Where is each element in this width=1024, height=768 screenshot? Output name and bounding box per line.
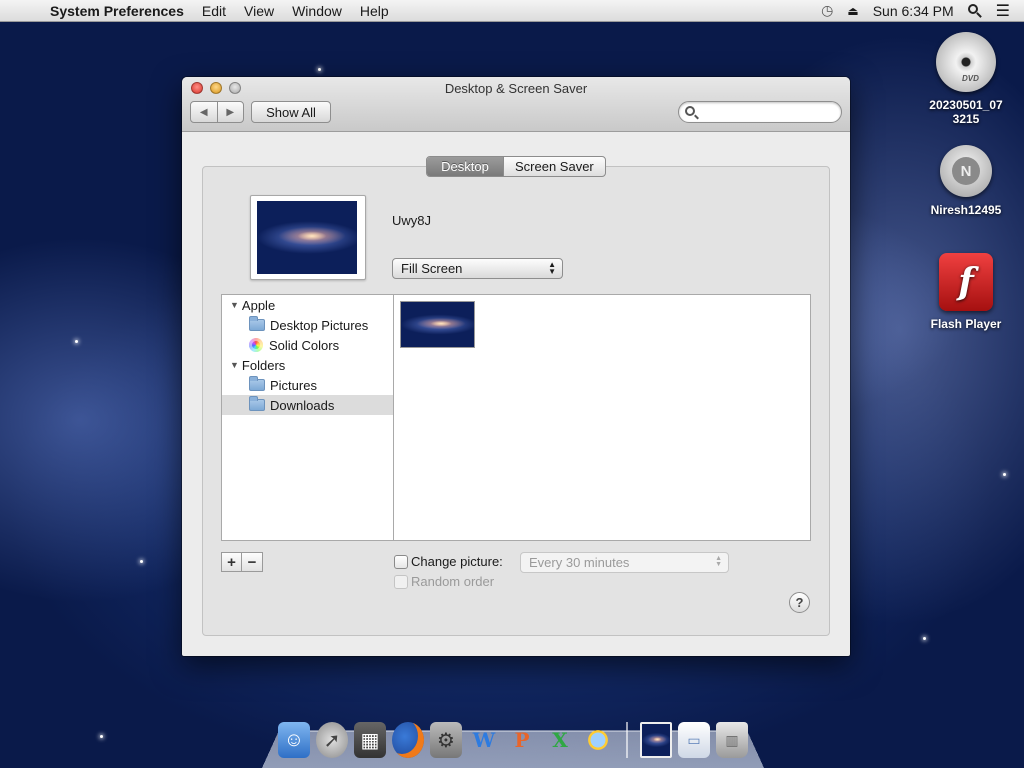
source-item-label: Solid Colors [269, 337, 340, 353]
current-wallpaper-preview [250, 195, 366, 280]
drive-icon: N [940, 145, 992, 197]
menu-view[interactable]: View [235, 3, 283, 19]
star [1003, 473, 1006, 476]
eject-icon[interactable]: ⏏ [847, 4, 858, 18]
fit-mode-value: Fill Screen [401, 261, 463, 276]
search-input[interactable] [699, 104, 835, 120]
source-group-label: Apple [241, 297, 276, 313]
tab-bar: Desktop Screen Saver [426, 156, 606, 177]
search-field[interactable] [678, 101, 842, 123]
dock-separator [626, 722, 628, 758]
menu-help[interactable]: Help [351, 3, 398, 19]
source-item-solid-colors[interactable]: Solid Colors [222, 335, 394, 355]
fit-mode-select[interactable]: Fill Screen ▲ ▼ [392, 258, 563, 279]
color-wheel-icon [249, 338, 263, 352]
launchpad-icon[interactable]: ➚ [316, 722, 348, 758]
menu-edit[interactable]: Edit [193, 3, 235, 19]
powerpoint-icon[interactable]: P [506, 722, 538, 758]
star [100, 735, 103, 738]
search-icon [685, 106, 695, 116]
disclosure-triangle-icon[interactable]: ▼ [230, 300, 239, 310]
desktop-icon-label: Niresh12495 [930, 203, 1002, 217]
show-all-button[interactable]: Show All [251, 101, 331, 123]
trash-icon[interactable]: ▥ [716, 722, 748, 758]
menu-app-name[interactable]: System Preferences [42, 3, 193, 19]
flash-player-icon: f [939, 253, 993, 311]
random-order-checkbox[interactable] [394, 575, 408, 589]
star [140, 560, 143, 563]
firefox-icon[interactable] [392, 722, 424, 758]
tab-screen-saver[interactable]: Screen Saver [503, 157, 605, 176]
wallpaper-name: Uwy8J [392, 213, 432, 228]
galaxy-wallpaper-image [257, 201, 357, 274]
mission-control-icon[interactable]: ▦ [354, 722, 386, 758]
desktop-icon-flash-player[interactable]: f Flash Player [918, 253, 1014, 331]
source-list: ▼ Apple Desktop Pictures Solid Colors ▼ … [221, 294, 394, 541]
source-group-folders[interactable]: ▼ Folders [222, 355, 394, 375]
interval-select[interactable]: Every 30 minutes ▲ ▼ [520, 552, 729, 573]
disclosure-triangle-icon[interactable]: ▼ [230, 360, 239, 370]
star [75, 340, 78, 343]
forward-arrow-icon[interactable]: ▶ [218, 102, 244, 122]
desktop-icon-label: 20230501_07 3215 [929, 98, 1003, 126]
star [318, 68, 321, 71]
window-title: Desktop & Screen Saver [444, 81, 588, 96]
source-item-desktop-pictures[interactable]: Desktop Pictures [222, 315, 394, 335]
preview-window-icon[interactable]: ▭ [678, 722, 710, 758]
folder-icon [249, 396, 265, 411]
source-item-label: Desktop Pictures [270, 317, 369, 333]
change-picture-checkbox[interactable] [394, 555, 408, 569]
wallpaper-stack-icon[interactable] [640, 722, 672, 758]
preferences-window: Desktop & Screen Saver ◀ ▶ Show All Desk… [182, 77, 850, 656]
finder-icon[interactable]: ☺ [278, 722, 310, 758]
menu-window[interactable]: Window [283, 3, 351, 19]
excel-icon[interactable]: X [544, 722, 576, 758]
change-picture-label: Change picture: [411, 554, 503, 569]
menu-clock[interactable]: Sun 6:34 PM [873, 3, 954, 19]
window-toolbar: Desktop & Screen Saver ◀ ▶ Show All [182, 77, 850, 132]
spotlight-icon[interactable] [967, 3, 982, 18]
source-item-downloads[interactable]: Downloads [222, 395, 394, 415]
random-order-label: Random order [411, 574, 495, 589]
notification-list-icon[interactable]: ☰ [996, 1, 1010, 21]
system-preferences-icon[interactable]: ⚙ [430, 722, 462, 758]
dvd-icon: DVD [936, 32, 996, 92]
wallpaper-thumbnail[interactable] [400, 301, 475, 348]
folder-icon [249, 316, 265, 331]
desktop-icon-label: Flash Player [930, 317, 1002, 331]
desktop-icon-dvd[interactable]: DVD 20230501_07 3215 [918, 32, 1014, 126]
time-machine-icon[interactable]: ◷ [821, 2, 833, 19]
tab-desktop[interactable]: Desktop [427, 157, 503, 176]
add-folder-button[interactable]: + [221, 552, 242, 572]
interval-value: Every 30 minutes [529, 555, 630, 570]
source-item-pictures[interactable]: Pictures [222, 375, 394, 395]
source-group-apple[interactable]: ▼ Apple [222, 295, 394, 315]
image-grid [393, 294, 811, 541]
star [923, 637, 926, 640]
back-forward-control: ◀ ▶ [190, 101, 244, 123]
folder-icon [249, 376, 265, 391]
dock-icons: ☺ ➚ ▦ ⚙ W P X ▭ ▥ [278, 722, 748, 758]
back-arrow-icon[interactable]: ◀ [191, 102, 218, 122]
source-group-label: Folders [241, 357, 286, 373]
menu-bar: System Preferences Edit View Window Help… [0, 0, 1024, 22]
help-button[interactable]: ? [789, 592, 810, 613]
source-list-controls: + − [221, 552, 263, 572]
source-item-label: Pictures [270, 377, 317, 393]
remove-folder-button[interactable]: − [242, 552, 263, 572]
weather-app-icon[interactable] [582, 722, 614, 758]
updown-arrows-icon: ▲ ▼ [548, 260, 556, 276]
word-icon[interactable]: W [468, 722, 500, 758]
source-item-label: Downloads [270, 397, 335, 413]
desktop-icon-drive[interactable]: N Niresh12495 [918, 145, 1014, 217]
updown-arrows-icon: ▲ ▼ [715, 555, 722, 568]
